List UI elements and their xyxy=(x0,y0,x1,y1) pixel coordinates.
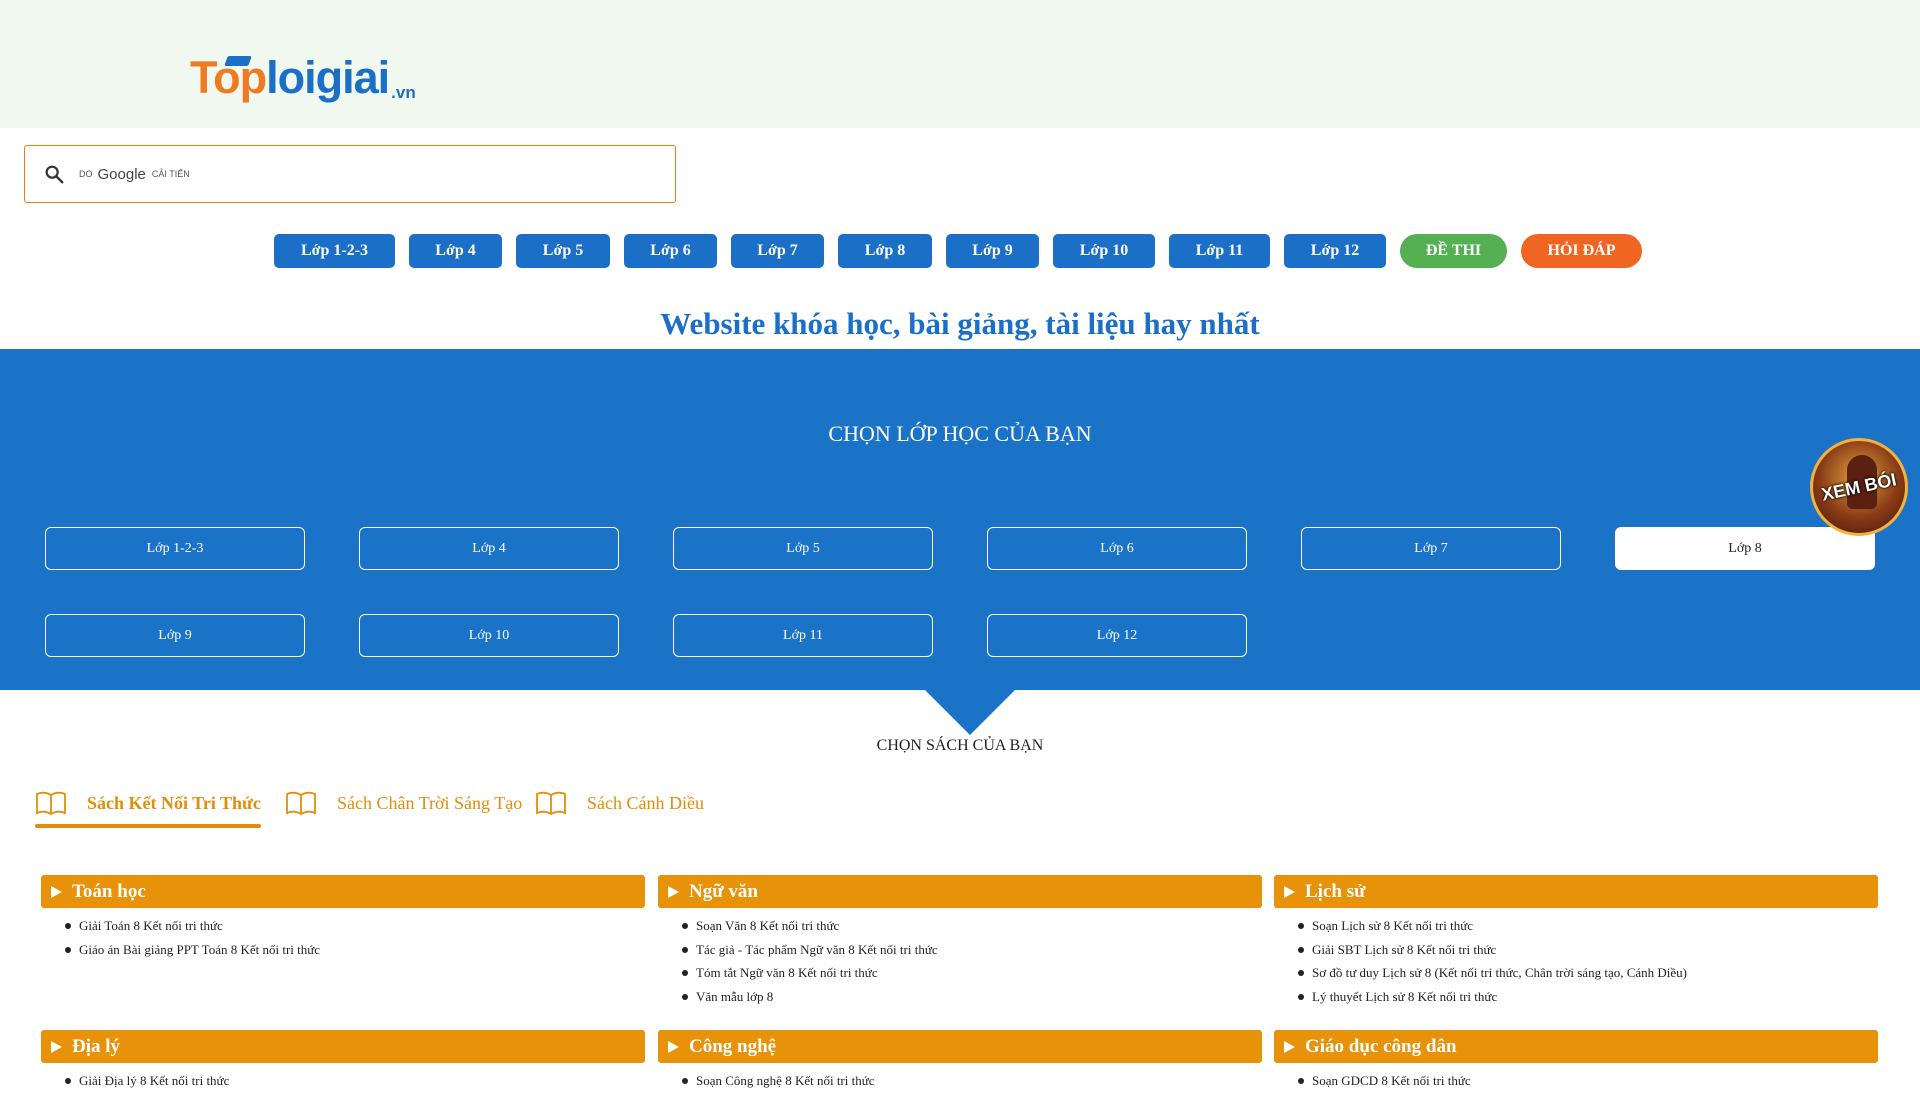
search-icon[interactable] xyxy=(43,163,65,185)
book-icon xyxy=(286,791,316,816)
nav-grade-8[interactable]: Lớp 8 xyxy=(838,234,932,268)
class-button-4[interactable]: Lớp 4 xyxy=(359,527,619,570)
class-button-9[interactable]: Lớp 9 xyxy=(45,614,305,657)
subject-link[interactable]: Soạn Công nghệ 8 Kết nối tri thức xyxy=(682,1069,1262,1093)
tab-ket-noi-tri-thuc[interactable]: Sách Kết Nối Tri Thức xyxy=(35,785,261,828)
subject-link[interactable]: Soạn Văn 8 Kết nối tri thức xyxy=(682,914,1262,938)
tab-label: Sách Kết Nối Tri Thức xyxy=(87,792,261,813)
fortune-badge[interactable]: XEM BÓI xyxy=(1810,438,1908,536)
subject-panel-history: Lịch sử Soạn Lịch sử 8 Kết nối tri thức … xyxy=(1274,875,1878,1008)
nav-grade-5[interactable]: Lớp 5 xyxy=(516,234,610,268)
class-button-5[interactable]: Lớp 5 xyxy=(673,527,933,570)
triangle-right-icon xyxy=(668,1040,679,1053)
subject-title: Toán học xyxy=(72,880,146,902)
site-header: To p loigiai .vn xyxy=(0,0,1920,128)
nav-grade-11[interactable]: Lớp 11 xyxy=(1169,234,1270,268)
subject-link[interactable]: Giải Địa lý 8 Kết nối tri thức xyxy=(65,1069,645,1093)
subject-title: Lịch sử xyxy=(1305,880,1366,902)
subject-header[interactable]: Công nghệ xyxy=(658,1030,1262,1063)
book-icon xyxy=(36,791,66,816)
subject-header[interactable]: Địa lý xyxy=(41,1030,645,1063)
nav-grade-12[interactable]: Lớp 12 xyxy=(1284,234,1386,268)
search-brand-label: Google xyxy=(97,165,146,183)
nav-grade-1-2-3[interactable]: Lớp 1-2-3 xyxy=(274,234,395,268)
subject-link[interactable]: Giải SBT Lịch sử 8 Kết nối tri thức xyxy=(1298,938,1878,962)
subject-link[interactable]: Giải Toán 8 Kết nối tri thức xyxy=(65,914,645,938)
subject-header[interactable]: Ngữ văn xyxy=(658,875,1262,908)
tab-canh-dieu[interactable]: Sách Cánh Diều xyxy=(535,785,704,821)
subject-link[interactable]: Sơ đồ tư duy Lịch sử 8 (Kết nối tri thức… xyxy=(1298,961,1878,985)
class-button-1-2-3[interactable]: Lớp 1-2-3 xyxy=(45,527,305,570)
triangle-right-icon xyxy=(668,885,679,898)
subject-header[interactable]: Giáo dục công dân xyxy=(1274,1030,1878,1063)
nav-grade-4[interactable]: Lớp 4 xyxy=(409,234,502,268)
class-button-11[interactable]: Lớp 11 xyxy=(673,614,933,657)
subject-title: Ngữ văn xyxy=(689,880,758,902)
subject-link[interactable]: Soạn GDCD 8 Kết nối tri thức xyxy=(1298,1069,1878,1093)
subject-header[interactable]: Lịch sử xyxy=(1274,875,1878,908)
subject-panel-geography: Địa lý Giải Địa lý 8 Kết nối tri thức xyxy=(41,1030,645,1093)
subject-link[interactable]: Tác giả - Tác phẩm Ngữ văn 8 Kết nối tri… xyxy=(682,938,1262,962)
class-button-10[interactable]: Lớp 10 xyxy=(359,614,619,657)
triangle-right-icon xyxy=(1284,1040,1295,1053)
tab-label: Sách Cánh Diều xyxy=(587,792,704,813)
subject-panel-literature: Ngữ văn Soạn Văn 8 Kết nối tri thức Tác … xyxy=(658,875,1262,1008)
subject-title: Công nghệ xyxy=(689,1035,777,1057)
subject-link[interactable]: Soạn Lịch sử 8 Kết nối tri thức xyxy=(1298,914,1878,938)
search-input[interactable] xyxy=(197,146,675,202)
logo-domain: .vn xyxy=(391,83,416,102)
graduation-cap-icon xyxy=(224,56,252,66)
grade-nav: Lớp 1-2-3 Lớp 4 Lớp 5 Lớp 6 Lớp 7 Lớp 8 … xyxy=(0,234,1920,268)
nav-exams[interactable]: ĐỀ THI xyxy=(1400,234,1507,268)
page-headline: Website khóa học, bài giảng, tài liệu ha… xyxy=(660,306,1260,341)
class-selector-section: CHỌN LỚP HỌC CỦA BẠN Lớp 1-2-3 Lớp 4 Lớp… xyxy=(0,349,1920,690)
search-enhanced-label: CẢI TIẾN xyxy=(151,169,190,179)
nav-qa[interactable]: HỎI ĐÁP xyxy=(1521,234,1642,268)
nav-grade-7[interactable]: Lớp 7 xyxy=(731,234,824,268)
class-button-12[interactable]: Lớp 12 xyxy=(987,614,1247,657)
subject-panel-technology: Công nghệ Soạn Công nghệ 8 Kết nối tri t… xyxy=(658,1030,1262,1093)
triangle-right-icon xyxy=(51,1040,62,1053)
subject-panel-math: Toán học Giải Toán 8 Kết nối tri thức Gi… xyxy=(41,875,645,961)
subject-link[interactable]: Văn mẫu lớp 8 xyxy=(682,985,1262,1009)
search-box[interactable]: DO Google CẢI TIẾN xyxy=(24,145,676,203)
book-section-title: CHỌN SÁCH CỦA BẠN xyxy=(876,737,1044,754)
search-by-label: DO xyxy=(79,169,93,179)
site-logo[interactable]: To p loigiai .vn xyxy=(190,52,416,104)
triangle-right-icon xyxy=(51,885,62,898)
nav-grade-10[interactable]: Lớp 10 xyxy=(1053,234,1155,268)
book-icon xyxy=(536,791,566,816)
subject-title: Giáo dục công dân xyxy=(1305,1035,1457,1057)
subject-link[interactable]: Giáo án Bài giảng PPT Toán 8 Kết nối tri… xyxy=(65,938,645,962)
subject-title: Địa lý xyxy=(72,1035,121,1057)
class-section-title: CHỌN LỚP HỌC CỦA BẠN xyxy=(828,421,1092,446)
section-pointer-arrow xyxy=(925,690,1015,735)
subject-header[interactable]: Toán học xyxy=(41,875,645,908)
nav-grade-6[interactable]: Lớp 6 xyxy=(624,234,717,268)
tab-label: Sách Chân Trời Sáng Tạo xyxy=(337,792,523,813)
tab-chan-troi-sang-tao[interactable]: Sách Chân Trời Sáng Tạo xyxy=(285,785,522,821)
class-button-7[interactable]: Lớp 7 xyxy=(1301,527,1561,570)
logo-part-loigiai: loigiai xyxy=(266,52,390,103)
class-button-6[interactable]: Lớp 6 xyxy=(987,527,1247,570)
nav-grade-9[interactable]: Lớp 9 xyxy=(946,234,1039,268)
subject-link[interactable]: Lý thuyết Lịch sử 8 Kết nối tri thức xyxy=(1298,985,1878,1009)
triangle-right-icon xyxy=(1284,885,1295,898)
class-button-8[interactable]: Lớp 8 xyxy=(1615,527,1875,570)
subject-link[interactable]: Tóm tắt Ngữ văn 8 Kết nối tri thức xyxy=(682,961,1262,985)
subject-panel-civics: Giáo dục công dân Soạn GDCD 8 Kết nối tr… xyxy=(1274,1030,1878,1093)
